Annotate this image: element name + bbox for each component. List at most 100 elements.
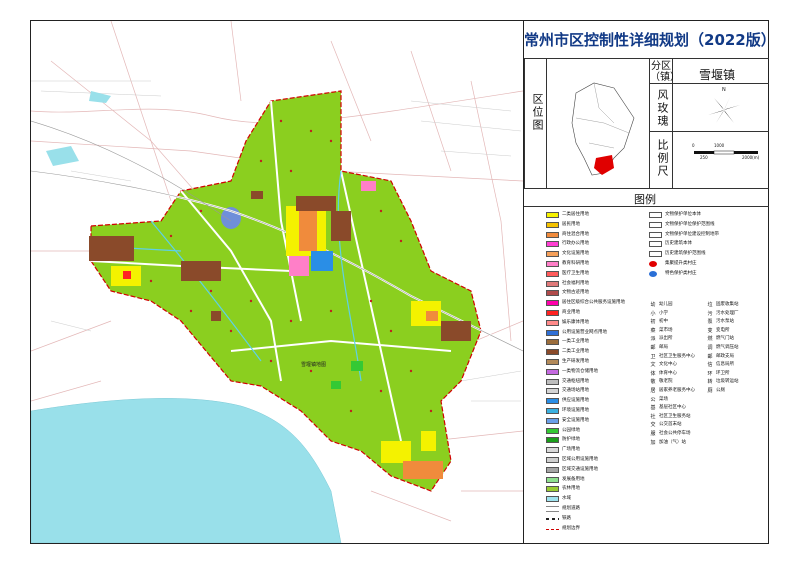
legend-label: 加油（气）站: [659, 439, 686, 445]
legend-swatch: [546, 476, 559, 483]
legend-symbol-icon: 邮: [707, 353, 713, 360]
legend-line-symbol: [649, 212, 662, 218]
legend-line-symbol: [649, 231, 662, 238]
legend-symbol-icon: 文: [650, 362, 656, 369]
legend-swatch: [546, 427, 559, 434]
legend-label: 社会福利用地: [562, 280, 589, 286]
legend-swatch: [546, 368, 559, 375]
legend-label: 基层社区中心: [659, 405, 686, 411]
legend-label: 文物古迹用地: [562, 290, 589, 296]
legend-line-symbol: [649, 241, 662, 248]
scale-tick-0: 0: [692, 143, 695, 148]
map-title: 常州市区控制性详细规划（2022版）: [524, 31, 776, 49]
legend-swatch: [546, 270, 559, 277]
legend-swatch: [546, 251, 559, 258]
legend-swatch: [546, 349, 559, 356]
legend-symbol-icon: 居: [650, 388, 656, 394]
district-label: 分区（镇）: [650, 61, 680, 83]
legend-label: 发展备用地: [562, 476, 585, 482]
legend-label: 环境设施用地: [562, 408, 589, 413]
legend-label: 水域: [562, 496, 571, 502]
legend-symbol-icon: 体: [650, 370, 656, 377]
legend-label: 公交首末站: [659, 422, 682, 428]
legend-label: 商业用地: [562, 310, 580, 315]
legend-label: 文物保护单位本体: [665, 212, 701, 217]
location-map: [571, 82, 635, 176]
legend-swatch: [546, 212, 559, 218]
legend-swatch: [546, 290, 559, 297]
legend-symbol-icon: 污: [707, 310, 713, 317]
legend-label: 行政办公用地: [562, 241, 589, 247]
legend-utilities: 垃固废收集站污污水处理厂泵污水泵站变变电所燃燃气门站调燃气调压站邮邮政支局信信息…: [706, 301, 766, 401]
legend-label: 二类工业用地: [562, 349, 589, 355]
legend-heritage: 文物保护单位本体 文物保护单位保护范围线 文物保护单位建设控制地带 历史建筑本体 历史建…: [649, 211, 759, 281]
wind-rose-icon: [708, 97, 740, 123]
legend-swatch: [546, 329, 559, 336]
legend-swatch: [546, 359, 559, 365]
legend-symbol-icon: 小: [650, 310, 656, 317]
legend-label: 文化中心: [659, 362, 677, 368]
legend-swatch: [546, 528, 559, 530]
legend-swatch: [546, 506, 559, 512]
legend-label: 一类工业用地: [562, 339, 589, 345]
legend-label: 集聚提升类村庄: [665, 261, 697, 266]
legend-label: 邮政支局: [716, 353, 734, 359]
legend-label: 历史建筑本体: [665, 241, 692, 247]
legend-symbol-icon: 厕: [707, 388, 713, 394]
legend-label: 生产研发用地: [562, 359, 589, 364]
legend-symbol-icon: 交: [650, 422, 656, 429]
legend-swatch: [546, 388, 559, 395]
legend-label: 教育科研用地: [562, 261, 589, 266]
scale-tick-1000: 1000: [714, 143, 725, 148]
legend-swatch: [546, 466, 559, 473]
legend-swatch: [546, 261, 559, 267]
legend-label: 社会公共停车场: [659, 431, 691, 436]
legend-label: 二类居住用地: [562, 212, 589, 217]
legend-swatch: [546, 417, 559, 424]
legend-label: 规划道路: [562, 506, 580, 511]
legend-label: 文物保护单位建设控制地带: [665, 231, 719, 237]
legend-label: 区域交通设施用地: [562, 466, 598, 472]
legend-line-symbol: [649, 221, 662, 228]
legend-symbol-icon: 信: [707, 362, 713, 369]
scale-tick-2000: 2000(m): [742, 155, 760, 160]
legend-label: 社区卫生服务站: [659, 413, 691, 419]
legend-label: 防护绿地: [562, 437, 580, 443]
legend-swatch: [546, 408, 559, 414]
legend-line-symbol: [649, 251, 662, 258]
legend-symbol-icon: 垃: [707, 302, 713, 308]
district-name: 雪堰镇: [699, 68, 736, 82]
legend-swatch: [546, 339, 559, 346]
legend-label: 铁路: [562, 515, 571, 521]
legend-swatch: [546, 280, 559, 287]
legend-label: 公园绿地: [562, 427, 580, 433]
legend-swatch: [546, 447, 559, 454]
legend-label: 菜市场: [659, 327, 673, 333]
legend-label: 固废收集站: [716, 302, 739, 307]
legend-symbol-icon: 环: [707, 370, 713, 377]
legend-symbol-icon: 转: [707, 379, 713, 386]
legend-symbol-icon: 变: [707, 327, 713, 334]
legend-label: 社区卫生服务中心: [659, 353, 695, 359]
legend-swatch: [546, 437, 559, 444]
legend-swatch: [546, 457, 559, 463]
legend-facilities: 幼幼儿园小小学初初中菜菜市场派派出所邮邮局卫社区卫生服务中心文文化中心体体育中心…: [649, 301, 709, 451]
legend-label: 垃圾转运站: [716, 379, 739, 385]
legend-label: 农林用地: [562, 486, 580, 492]
legend-label: 居家养老服务中心: [659, 388, 695, 393]
title-panel: 常州市区控制性详细规划（2022版） 分区（镇） 雪堰镇 区位图 风玫瑰 N 比…: [523, 21, 776, 543]
legend-swatch: [546, 517, 559, 520]
legend-symbol-icon: 服: [650, 431, 656, 437]
legend-label: 一类物流仓储用地: [562, 368, 598, 374]
legend-label: 文物保护单位保护范围线: [665, 221, 715, 227]
legend-label: 特色保护类村庄: [665, 270, 697, 276]
legend-label: 公厕: [716, 388, 725, 393]
scale-label: 比例尺: [656, 139, 669, 178]
legend-swatch: [546, 378, 559, 385]
legend-label: 幼儿园: [659, 302, 673, 307]
legend-label: 污水泵站: [716, 319, 734, 325]
legend-swatch: [546, 319, 559, 326]
legend-title: 图例: [634, 193, 656, 206]
location-map-label: 区位图: [531, 93, 544, 132]
legend-swatch: [546, 398, 559, 405]
